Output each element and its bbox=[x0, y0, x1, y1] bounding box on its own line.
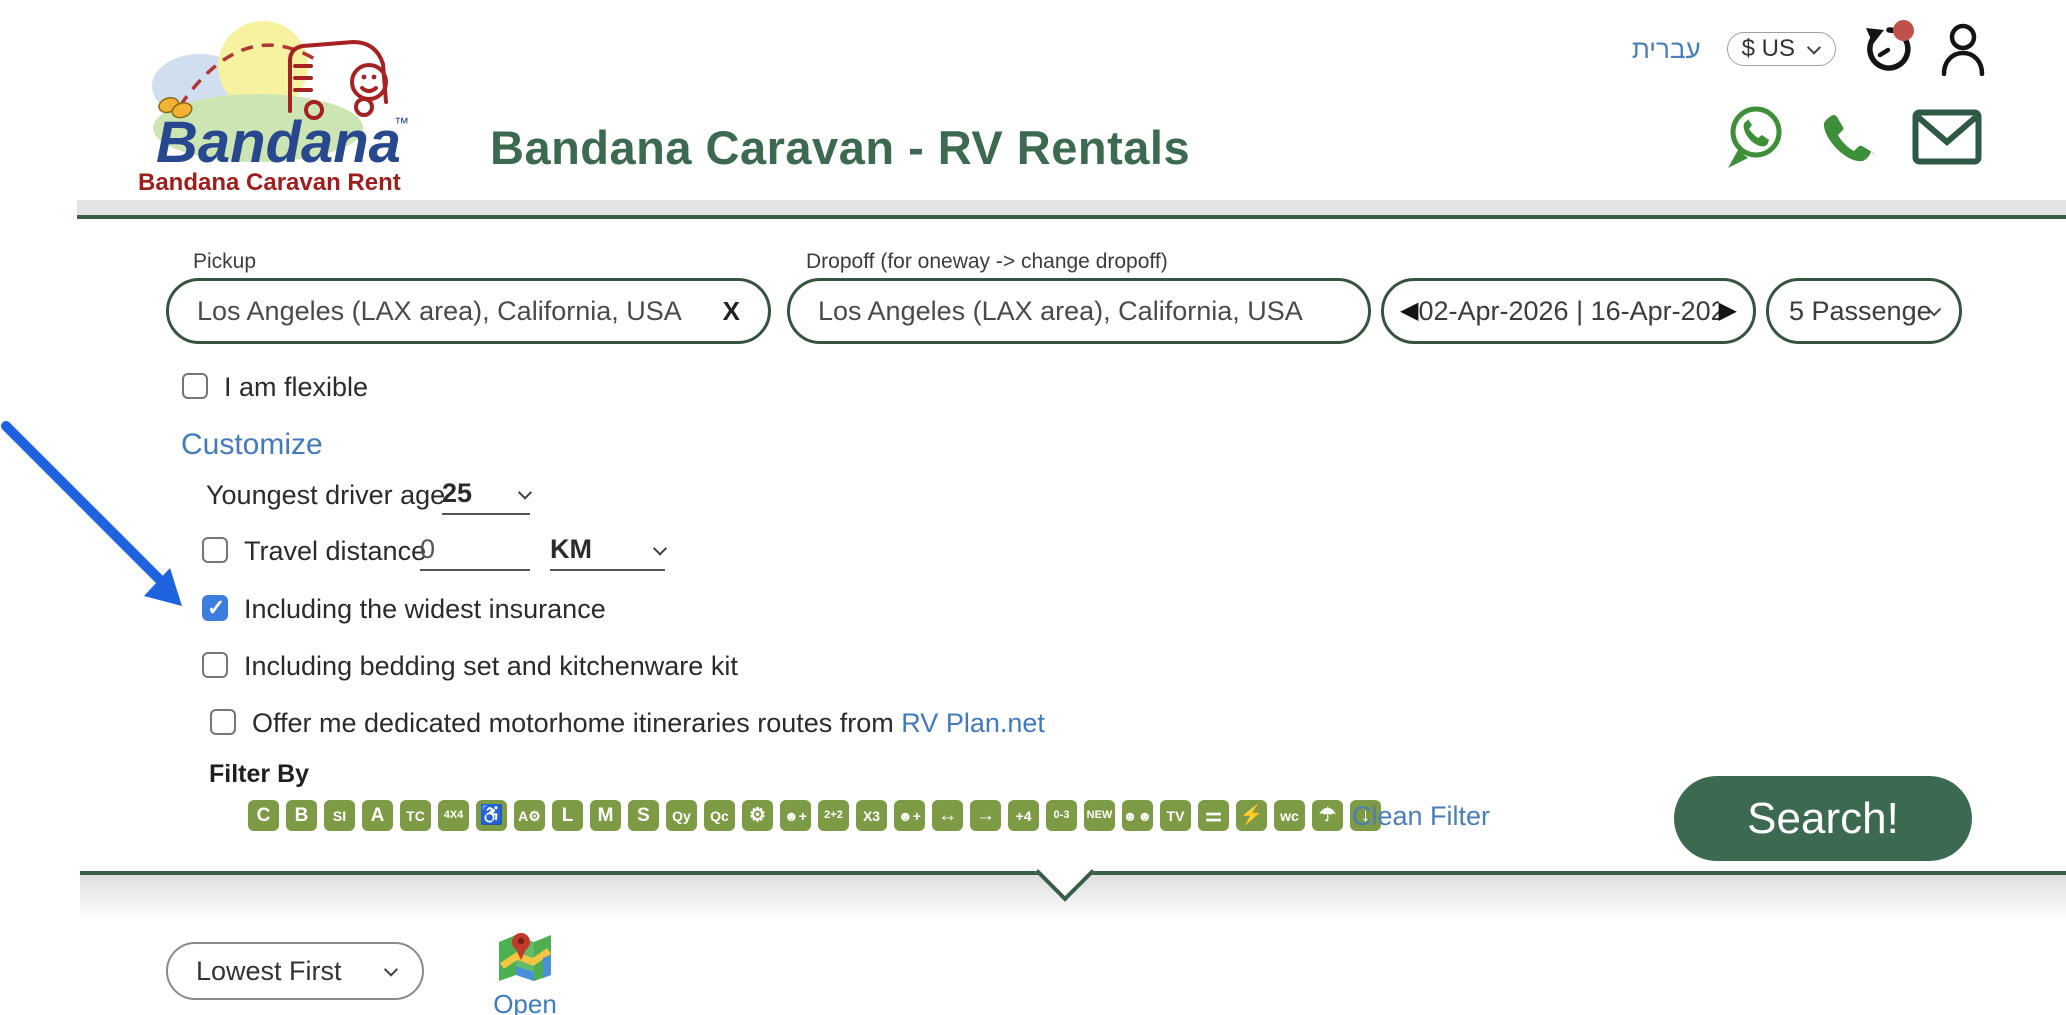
class-a-icon[interactable]: A bbox=[362, 800, 393, 831]
travel-distance-input[interactable]: 0 bbox=[420, 534, 530, 571]
automatic-transmission-icon[interactable]: A⚙ bbox=[514, 800, 545, 831]
ages-0-3-icon[interactable]: 0-3 bbox=[1046, 800, 1077, 831]
account-button[interactable] bbox=[1938, 22, 1988, 76]
dropoff-input[interactable]: Los Angeles (LAX area), California, USA bbox=[787, 278, 1371, 344]
sort-select[interactable]: Lowest First bbox=[166, 942, 424, 1000]
driver-age-label: Youngest driver age bbox=[206, 480, 445, 511]
topbar: עברית $ US bbox=[1632, 22, 1988, 76]
oneway-icon[interactable]: → bbox=[970, 800, 1001, 831]
notification-badge bbox=[1893, 20, 1914, 41]
travel-distance-checkbox[interactable] bbox=[202, 537, 228, 563]
email-button[interactable] bbox=[1912, 109, 1982, 170]
currency-value: $ US bbox=[1742, 35, 1795, 63]
chevron-down-icon bbox=[384, 963, 398, 977]
bedding-checkbox[interactable] bbox=[202, 652, 228, 678]
logo[interactable]: Bandana ™ Bandana Caravan Rent bbox=[128, 6, 430, 198]
bed-icon[interactable]: ⚌ bbox=[1198, 800, 1229, 831]
user-icon bbox=[1938, 22, 1988, 76]
class-b-icon[interactable]: B bbox=[286, 800, 317, 831]
seats-2plus2-icon[interactable]: 2+2 bbox=[818, 800, 849, 831]
four-wheel-drive-icon[interactable]: 4X4 bbox=[438, 800, 469, 831]
chevron-down-icon bbox=[653, 541, 667, 555]
child-seat-icon[interactable]: ☻+ bbox=[894, 800, 925, 831]
dropoff-value: Los Angeles (LAX area), California, USA bbox=[818, 296, 1303, 327]
itineraries-checkbox[interactable] bbox=[210, 709, 236, 735]
date-range-picker[interactable]: ◀ 02-Apr-2026 | 16-Apr-2026 ▶ bbox=[1381, 278, 1756, 344]
annotation-arrow-icon bbox=[0, 410, 200, 620]
customize-link[interactable]: Customize bbox=[181, 428, 323, 462]
driver-age-select[interactable]: 25 bbox=[442, 478, 530, 515]
page-title: Bandana Caravan - RV Rentals bbox=[490, 120, 1290, 175]
contact-bar bbox=[1724, 104, 1982, 175]
distance-unit-value: KM bbox=[550, 534, 592, 565]
flexible-label: I am flexible bbox=[224, 372, 368, 403]
class-si-icon[interactable]: SI bbox=[324, 800, 355, 831]
flexible-checkbox[interactable] bbox=[182, 373, 208, 399]
seats-x3-icon[interactable]: X3 bbox=[856, 800, 887, 831]
driver-age-value: 25 bbox=[442, 478, 472, 509]
currency-select[interactable]: $ US bbox=[1727, 32, 1836, 66]
logo-subtitle: Bandana Caravan Rent bbox=[138, 169, 401, 196]
extra-driver-icon[interactable]: ☻+ bbox=[780, 800, 811, 831]
clean-filter-link[interactable]: Clean Filter bbox=[1352, 801, 1490, 832]
pickup-value: Los Angeles (LAX area), California, USA bbox=[197, 296, 682, 327]
quality-c-icon[interactable]: Qc bbox=[704, 800, 735, 831]
class-c-icon[interactable]: C bbox=[248, 800, 279, 831]
insurance-checkbox[interactable] bbox=[202, 595, 228, 621]
open-map-label: Open Map bbox=[470, 989, 580, 1015]
bedding-label: Including bedding set and kitchenware ki… bbox=[244, 651, 738, 682]
pickup-label: Pickup bbox=[193, 250, 256, 274]
passengers-value: 5 Passengers bbox=[1789, 296, 1930, 327]
passengers-icon[interactable]: ☻☻ bbox=[1122, 800, 1153, 831]
size-large-icon[interactable]: L bbox=[552, 800, 583, 831]
power-icon[interactable]: ⚡ bbox=[1236, 800, 1267, 831]
logo-brand-text: Bandana bbox=[156, 110, 401, 175]
chevron-down-icon bbox=[1807, 41, 1821, 55]
logo-tm: ™ bbox=[394, 115, 409, 132]
insurance-label: Including the widest insurance bbox=[244, 594, 606, 625]
filter-icon-row: CBSIATC4X4♿A⚙LMSQyQc⚙☻+2+2X3☻+↔→+40-3NEW… bbox=[248, 800, 1348, 831]
header-divider-line bbox=[77, 215, 2066, 219]
clear-pickup-button[interactable]: X bbox=[723, 296, 740, 327]
passengers-select[interactable]: 5 Passengers bbox=[1766, 278, 1962, 344]
dropoff-label: Dropoff (for oneway -> change dropoff) bbox=[806, 250, 1168, 274]
itineraries-label: Offer me dedicated motorhome itineraries… bbox=[252, 708, 894, 738]
email-icon bbox=[1912, 109, 1982, 165]
pickup-input[interactable]: Los Angeles (LAX area), California, USA … bbox=[166, 278, 771, 344]
chevron-down-icon bbox=[518, 485, 532, 499]
filter-by-label: Filter By bbox=[209, 760, 309, 789]
travel-distance-label: Travel distance bbox=[244, 536, 426, 567]
vehicle-length-icon[interactable]: ↔ bbox=[932, 800, 963, 831]
whatsapp-button[interactable] bbox=[1724, 104, 1786, 175]
page: Bandana ™ Bandana Caravan Rent Bandana C… bbox=[0, 0, 2066, 1015]
size-medium-icon[interactable]: M bbox=[590, 800, 621, 831]
header-divider bbox=[77, 200, 2066, 215]
quality-y-icon[interactable]: Qy bbox=[666, 800, 697, 831]
sort-value: Lowest First bbox=[196, 956, 342, 987]
size-small-icon[interactable]: S bbox=[628, 800, 659, 831]
plus-4-berths-icon[interactable]: +4 bbox=[1008, 800, 1039, 831]
next-date-icon[interactable]: ▶ bbox=[1719, 299, 1737, 323]
language-link[interactable]: עברית bbox=[1632, 34, 1701, 65]
wc-icon[interactable]: wc bbox=[1274, 800, 1305, 831]
open-map-button[interactable]: Open Map bbox=[470, 930, 580, 1015]
tv-icon[interactable]: TV bbox=[1160, 800, 1191, 831]
shower-icon[interactable]: ☂ bbox=[1312, 800, 1343, 831]
whatsapp-icon bbox=[1724, 104, 1786, 170]
search-button[interactable]: Search! bbox=[1674, 776, 1972, 861]
distance-unit-select[interactable]: KM bbox=[550, 534, 665, 571]
map-icon bbox=[497, 930, 553, 982]
prev-date-icon[interactable]: ◀ bbox=[1400, 299, 1418, 323]
rv-plan-link[interactable]: RV Plan.net bbox=[901, 708, 1045, 738]
logo-art-icon: Bandana ™ Bandana Caravan Rent bbox=[128, 6, 430, 198]
phone-icon bbox=[1820, 109, 1878, 165]
gear-icon[interactable]: ⚙ bbox=[742, 800, 773, 831]
date-range-value: 02-Apr-2026 | 16-Apr-2026 bbox=[1418, 296, 1718, 327]
wheelchair-accessible-icon[interactable]: ♿ bbox=[476, 800, 507, 831]
class-tc-icon[interactable]: TC bbox=[400, 800, 431, 831]
history-button[interactable] bbox=[1862, 24, 1912, 74]
new-vehicle-icon[interactable]: NEW bbox=[1084, 800, 1115, 831]
phone-button[interactable] bbox=[1820, 109, 1878, 170]
